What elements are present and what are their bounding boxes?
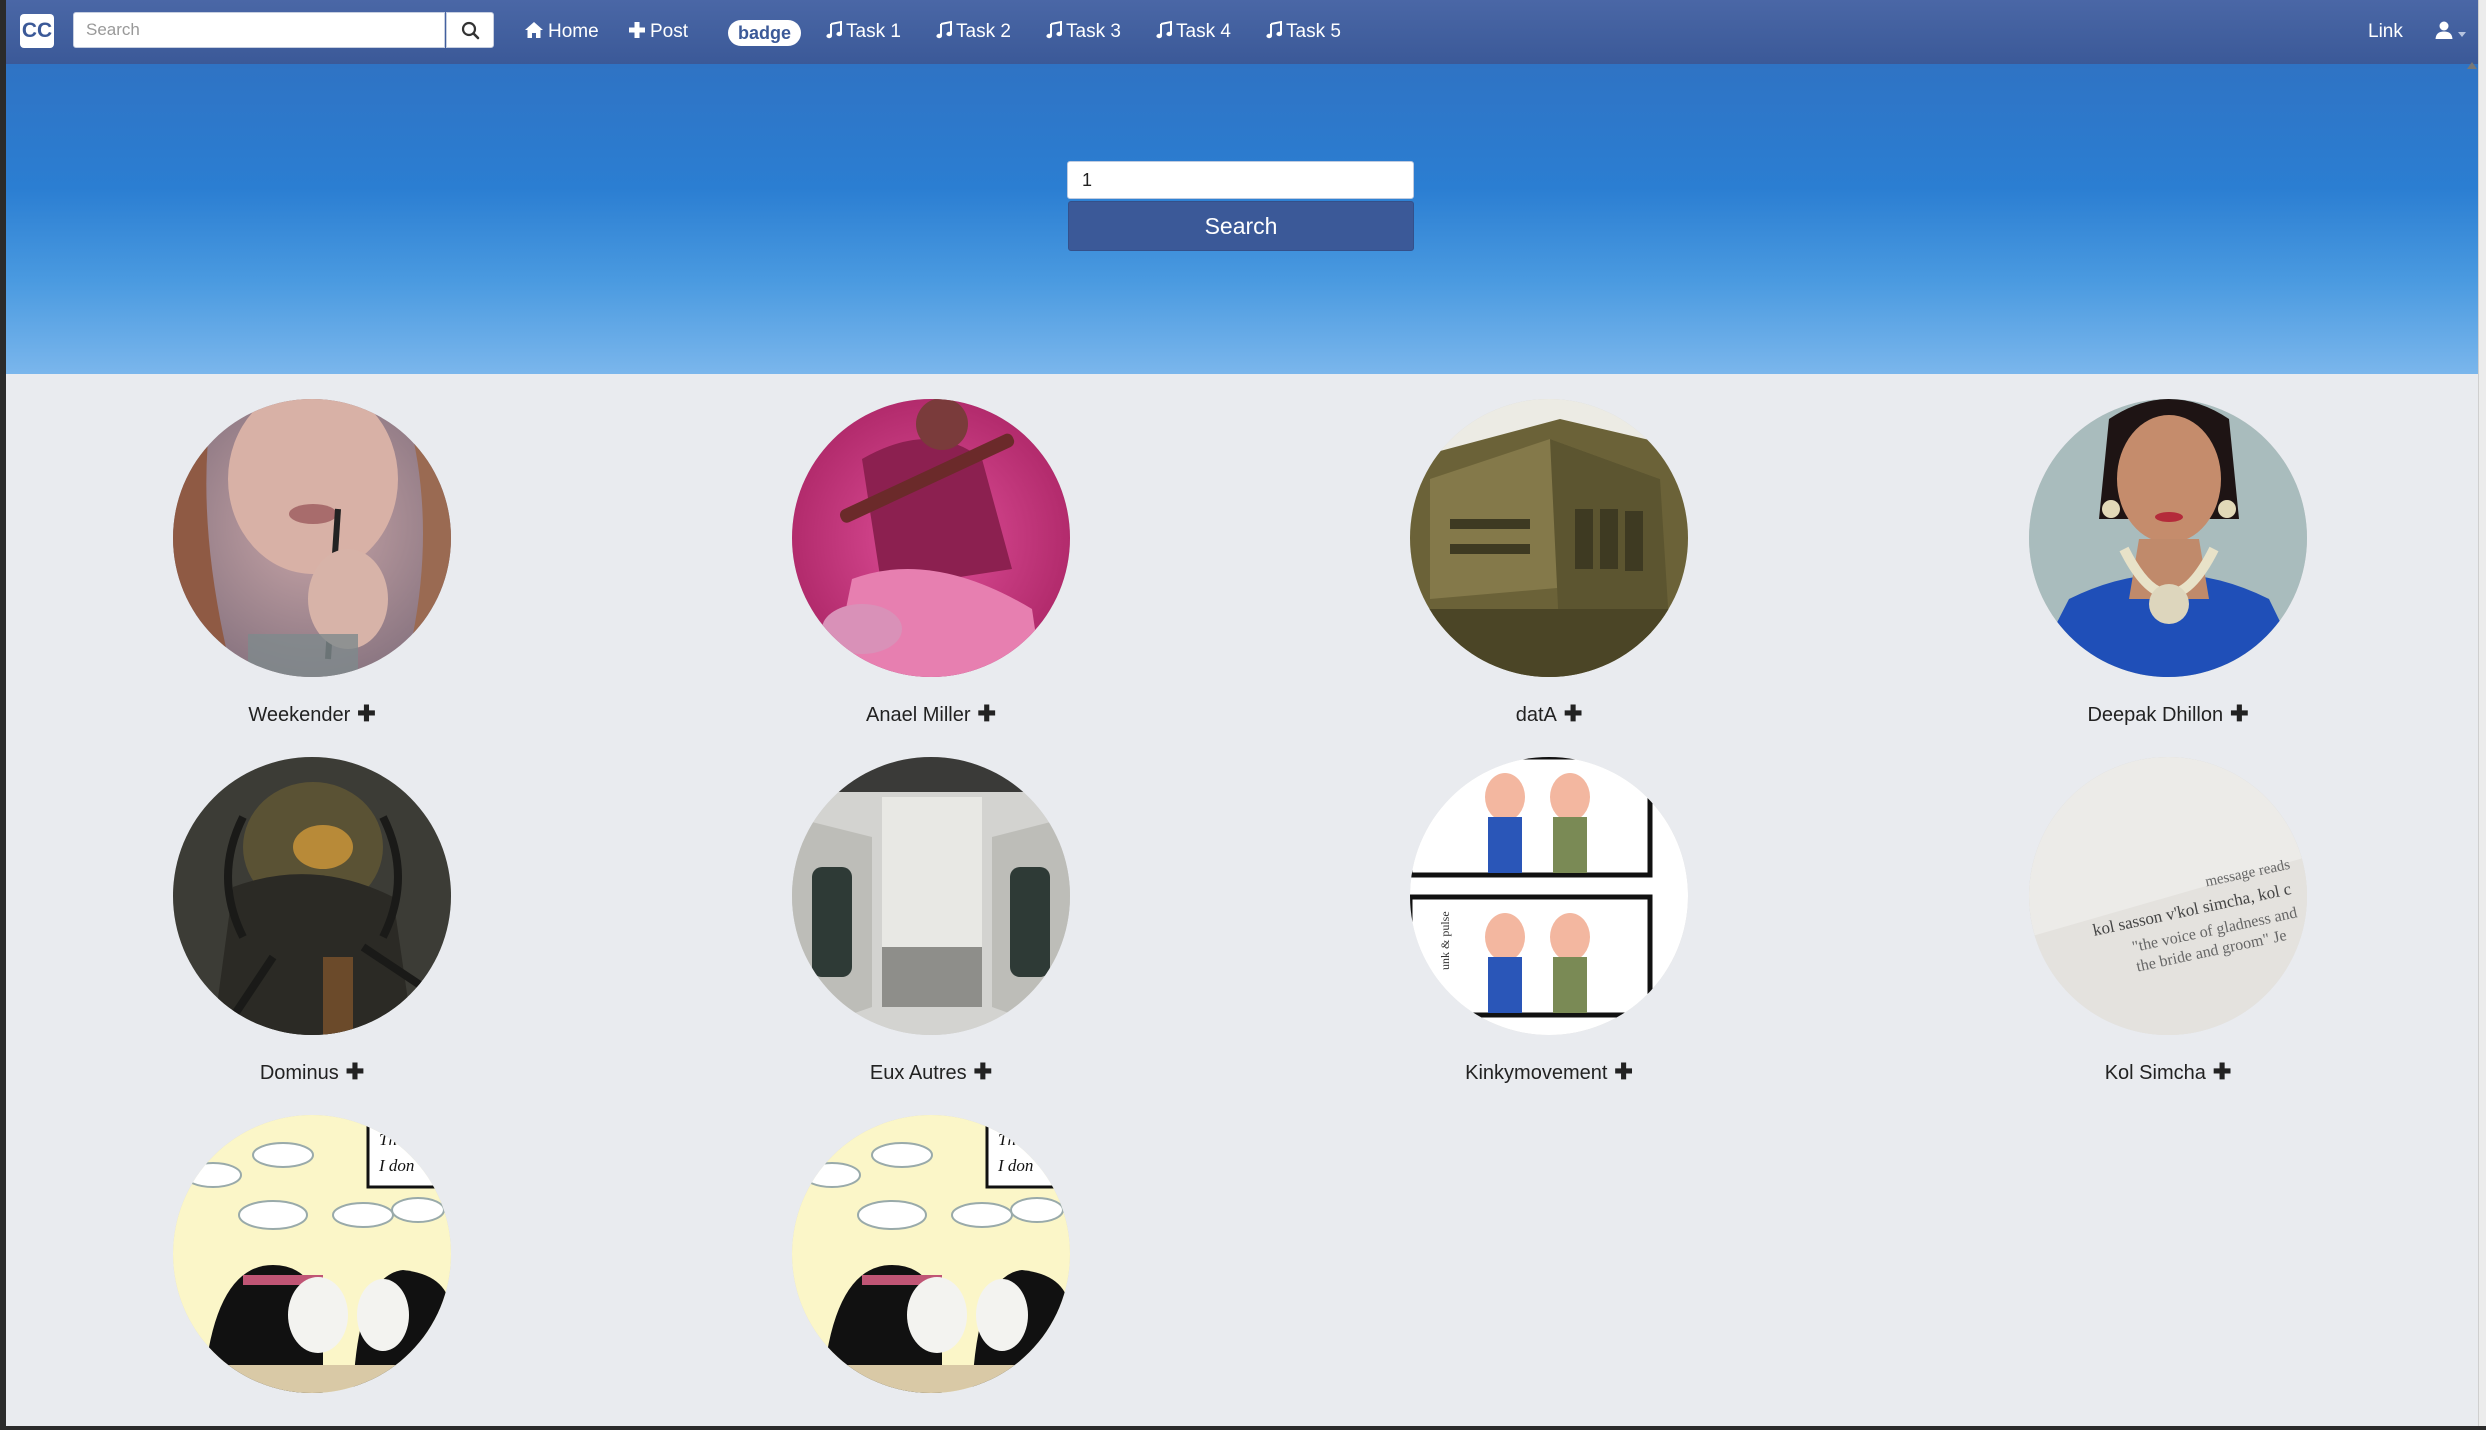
nav-task-1-label: Task 1 xyxy=(846,21,901,42)
user-card: Deepak Dhillon ✚ xyxy=(2018,399,2318,727)
user-avatar[interactable] xyxy=(173,399,451,677)
comic-text-line-2: I don xyxy=(997,1156,1033,1175)
user-avatar[interactable] xyxy=(173,757,451,1035)
user-avatar[interactable] xyxy=(2029,399,2307,677)
nav-task-5[interactable]: Task 5 xyxy=(1266,20,1341,46)
comic-side-text: unk & pulse xyxy=(1438,911,1452,970)
music-icon xyxy=(826,20,842,39)
user-avatar[interactable] xyxy=(792,757,1070,1035)
nav-task-4-label: Task 4 xyxy=(1176,21,1231,42)
music-icon xyxy=(936,20,952,39)
comic-text-line-1: Th xyxy=(379,1130,397,1149)
scrollbar-track[interactable] xyxy=(2478,0,2486,1430)
user-card: Dominus ✚ xyxy=(162,757,462,1085)
add-user-icon[interactable]: ✚ xyxy=(2213,1059,2231,1085)
user-name[interactable]: Dominus xyxy=(260,1061,339,1085)
nav-link[interactable]: Link xyxy=(2368,20,2403,44)
top-navbar: CC Home Post badge Task 1 Task 2 Task 3 … xyxy=(6,0,2478,65)
add-user-icon[interactable]: ✚ xyxy=(1614,1059,1632,1085)
add-user-icon[interactable]: ✚ xyxy=(1564,701,1582,727)
music-icon xyxy=(1156,20,1172,39)
user-menu-toggle[interactable] xyxy=(2434,20,2468,46)
user-name[interactable]: Eux Autres xyxy=(870,1061,967,1085)
user-name[interactable]: Weekender xyxy=(248,703,350,727)
avatar-comic-strip: unk & pulse xyxy=(1410,757,1688,1035)
nav-post-label: Post xyxy=(650,21,689,42)
user-card: message reads kol sasson v'kol simcha, k… xyxy=(2018,757,2318,1085)
add-user-icon[interactable]: ✚ xyxy=(2230,701,2248,727)
user-name[interactable]: Kol Simcha xyxy=(2105,1061,2206,1085)
brand-logo[interactable]: CC xyxy=(20,14,54,48)
hero-search-input[interactable] xyxy=(1067,161,1414,199)
scroll-up-arrow-icon[interactable] xyxy=(2467,62,2477,69)
user-avatar[interactable]: Th I don xyxy=(173,1115,451,1393)
user-name[interactable]: Kinkymovement xyxy=(1465,1061,1607,1085)
window-frame-bottom xyxy=(0,1426,2486,1430)
user-avatar[interactable] xyxy=(792,399,1070,677)
avatar-photo-guitarist xyxy=(792,399,1070,677)
add-user-icon[interactable]: ✚ xyxy=(346,1059,364,1085)
search-icon xyxy=(461,21,480,40)
comic-text-line-2: I don xyxy=(378,1156,414,1175)
avatar-photo-invitation-card: message reads kol sasson v'kol simcha, k… xyxy=(2029,757,2307,1035)
avatar-photo-woman-drink xyxy=(173,399,451,677)
nav-task-2[interactable]: Task 2 xyxy=(936,20,1011,46)
avatar-photo-woman-jewelry xyxy=(2029,399,2307,677)
music-icon xyxy=(1266,20,1282,39)
home-icon xyxy=(525,22,543,38)
avatar-photo-tank-model xyxy=(1410,399,1688,677)
music-icon xyxy=(1046,20,1062,39)
avatar-comic-two-natives: Th I don xyxy=(792,1115,1070,1393)
avatar-photo-vehicle-interior xyxy=(792,757,1070,1035)
user-name[interactable]: datA xyxy=(1516,703,1557,727)
add-user-icon[interactable]: ✚ xyxy=(978,701,996,727)
user-name[interactable]: Anael Miller xyxy=(866,703,970,727)
user-card: Th I don xyxy=(162,1115,462,1424)
plus-icon xyxy=(629,22,645,38)
nav-post[interactable]: Post xyxy=(628,20,688,46)
nav-task-1[interactable]: Task 1 xyxy=(826,20,901,46)
user-avatar[interactable]: Th I don xyxy=(792,1115,1070,1393)
user-card: unk & pulse Kinkymovement ✚ xyxy=(1399,757,1699,1085)
nav-home[interactable]: Home xyxy=(524,20,599,46)
navbar-search-button[interactable] xyxy=(446,12,494,48)
nav-task-5-label: Task 5 xyxy=(1286,21,1341,42)
nav-task-3-label: Task 3 xyxy=(1066,21,1121,42)
nav-task-4[interactable]: Task 4 xyxy=(1156,20,1231,46)
add-user-icon[interactable]: ✚ xyxy=(974,1059,992,1085)
navbar-search-input[interactable] xyxy=(73,12,445,48)
nav-badge[interactable]: badge xyxy=(728,20,802,46)
user-avatar[interactable] xyxy=(1410,399,1688,677)
nav-home-label: Home xyxy=(548,21,599,42)
user-avatar[interactable]: message reads kol sasson v'kol simcha, k… xyxy=(2029,757,2307,1035)
hero-search-button[interactable]: Search xyxy=(1068,201,1414,251)
nav-task-3[interactable]: Task 3 xyxy=(1046,20,1121,46)
user-icon xyxy=(2435,21,2453,39)
nav-task-2-label: Task 2 xyxy=(956,21,1011,42)
user-card: Weekender ✚ xyxy=(162,399,462,727)
comic-text-line-1: Th xyxy=(998,1130,1016,1149)
user-card: datA ✚ xyxy=(1399,399,1699,727)
user-name[interactable]: Deepak Dhillon xyxy=(2087,703,2223,727)
chevron-down-icon xyxy=(2458,32,2466,37)
user-avatar[interactable]: unk & pulse xyxy=(1410,757,1688,1035)
avatar-photo-figurine xyxy=(173,757,451,1035)
user-card: Anael Miller ✚ xyxy=(781,399,1081,727)
user-card: Eux Autres ✚ xyxy=(781,757,1081,1085)
avatar-comic-two-natives: Th I don xyxy=(173,1115,451,1393)
user-card: Th I don xyxy=(781,1115,1081,1424)
add-user-icon[interactable]: ✚ xyxy=(357,701,375,727)
